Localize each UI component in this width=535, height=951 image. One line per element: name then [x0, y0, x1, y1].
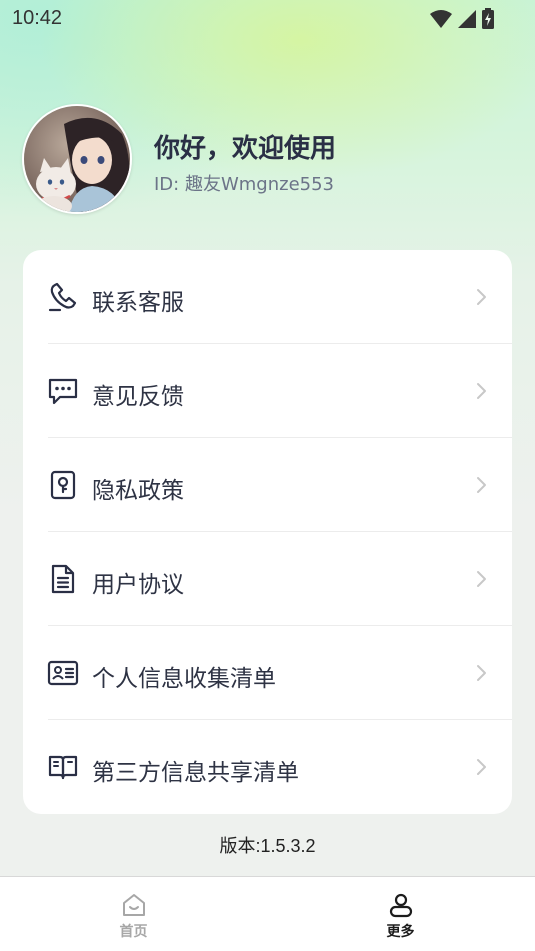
app-version: 版本:1.5.3.2 — [219, 836, 316, 856]
menu-item-contact-service[interactable]: 联系客服 — [23, 250, 512, 344]
cellular-signal-icon — [458, 10, 476, 28]
menu-item-label: 第三方信息共享清单 — [92, 760, 299, 786]
feedback-chat-icon — [48, 378, 78, 405]
profile-icon — [389, 893, 412, 918]
home-icon — [122, 894, 145, 916]
menu-item-label: 个人信息收集清单 — [92, 666, 276, 692]
status-time: 10:42 — [12, 7, 63, 29]
chevron-right-icon — [477, 571, 486, 587]
document-icon — [51, 564, 75, 594]
menu-item-label: 用户协议 — [92, 572, 184, 598]
wifi-icon — [430, 10, 452, 28]
menu-item-third-party-sharing-list[interactable]: 第三方信息共享清单 — [23, 720, 512, 814]
tab-label: 更多 — [386, 924, 415, 940]
avatar-image — [24, 106, 130, 212]
phone-icon — [48, 282, 77, 312]
menu-item-label: 意见反馈 — [92, 384, 184, 410]
profile-header: 你好，欢迎使用 ID: 趣友Wmgnze553 — [22, 104, 512, 214]
privacy-lock-icon — [50, 470, 76, 500]
tab-home[interactable]: 首页 — [0, 877, 267, 951]
menu-item-feedback[interactable]: 意见反馈 — [23, 344, 512, 438]
chevron-right-icon — [477, 665, 486, 681]
menu-item-personal-info-list[interactable]: 个人信息收集清单 — [23, 626, 512, 720]
menu-item-label: 隐私政策 — [92, 478, 184, 504]
greeting-title: 你好，欢迎使用 — [154, 134, 337, 164]
settings-menu-card: 联系客服 意见反馈 隐私政策 用户协议 个人信息收集清单 第三方信息共享清单 — [23, 250, 512, 814]
chevron-right-icon — [477, 477, 486, 493]
status-icons — [429, 8, 495, 30]
bottom-tab-bar: 首页 更多 — [0, 876, 535, 951]
chevron-right-icon — [477, 759, 486, 775]
menu-item-user-agreement[interactable]: 用户协议 — [23, 532, 512, 626]
avatar[interactable] — [22, 104, 132, 214]
chevron-right-icon — [477, 289, 486, 305]
open-book-icon — [48, 755, 78, 780]
tab-more[interactable]: 更多 — [267, 877, 534, 951]
user-id: ID: 趣友Wmgnze553 — [154, 174, 334, 195]
status-bar: 10:42 — [0, 0, 535, 36]
id-card-icon — [47, 660, 79, 686]
menu-item-privacy-policy[interactable]: 隐私政策 — [23, 438, 512, 532]
chevron-right-icon — [477, 383, 486, 399]
battery-charging-icon — [482, 8, 494, 29]
tab-label: 首页 — [119, 924, 148, 940]
menu-item-label: 联系客服 — [92, 290, 184, 316]
